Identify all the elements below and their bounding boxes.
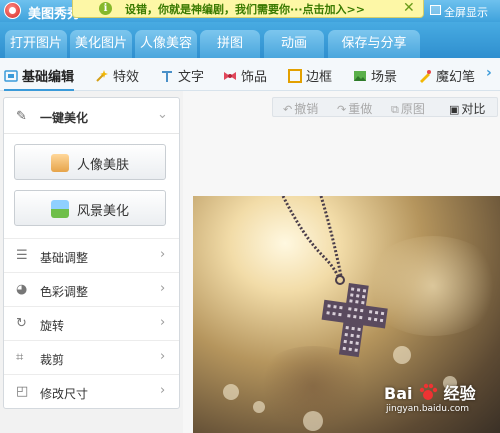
tab-collage[interactable]: 拼图 [200, 30, 260, 58]
left-panel: ✎ 一键美化 ⌄ 人像美肤 风景美化 ☰ 基础调整 › ◕ 色彩调整 › ↻ 旋… [3, 97, 180, 409]
portrait-icon [51, 154, 69, 172]
scene-icon [353, 69, 367, 83]
edit-icon [4, 69, 18, 83]
menu-label: 旋转 [40, 319, 65, 333]
portrait-skin-label: 人像美肤 [77, 158, 130, 173]
more-arrow-icon[interactable]: › [486, 65, 492, 81]
subtab-label: 基础编辑 [22, 70, 75, 85]
sub-toolbar: 基础编辑 特效 文字 饰品 边框 场景 魔幻笔 › [0, 58, 500, 91]
subtab-label: 文字 [178, 70, 205, 85]
banner-text[interactable]: 设错，你就是神编剧，我们需要你···点击加入>> [125, 1, 365, 17]
portrait-skin-button[interactable]: 人像美肤 [14, 144, 166, 180]
subtab-label: 饰品 [241, 70, 268, 85]
palette-icon: ◕ [16, 282, 28, 297]
rotate-icon: ↻ [16, 316, 27, 331]
menu-rotate[interactable]: ↻ 旋转 › [4, 306, 179, 340]
compare-label: 对比 [461, 102, 486, 116]
magic-wand-icon: ✎ [16, 109, 27, 124]
undo-button[interactable]: ↶ 撤销 [283, 100, 318, 117]
accessory-icon [223, 69, 237, 83]
original-label: 原图 [400, 102, 425, 116]
fullscreen-button[interactable]: 全屏显示 [444, 4, 488, 20]
original-button[interactable]: ⧉ 原图 [391, 100, 425, 117]
notification-banner[interactable]: i 设错，你就是神编剧，我们需要你···点击加入>> ✕ [72, 0, 424, 18]
subtab-label: 场景 [371, 70, 398, 85]
watermark-url: jingyan.baidu.com [386, 404, 470, 414]
subtab-basic-edit[interactable]: 基础编辑 [4, 66, 75, 91]
text-icon [160, 69, 174, 83]
menu-color-adjust[interactable]: ◕ 色彩调整 › [4, 272, 179, 306]
subtab-text[interactable]: 文字 [160, 66, 205, 85]
baidu-watermark: Bai 经验 [384, 380, 476, 404]
menu-crop[interactable]: ⌗ 裁剪 › [4, 340, 179, 374]
tab-save-share[interactable]: 保存与分享 [328, 30, 420, 58]
redo-label: 重做 [348, 102, 373, 116]
redo-icon: ↷ [337, 103, 347, 116]
one-key-beautify-header[interactable]: ✎ 一键美化 ⌄ [4, 98, 179, 134]
tab-beautify-image[interactable]: 美化图片 [70, 30, 132, 58]
chevron-right-icon: › [160, 383, 166, 398]
tab-portrait[interactable]: 人像美容 [135, 30, 197, 58]
edit-toolbar: ↶ 撤销 ↷ 重做 ⧉ 原图 ▣ 对比 [272, 97, 498, 117]
landscape-beautify-button[interactable]: 风景美化 [14, 190, 166, 226]
menu-label: 色彩调整 [40, 285, 89, 299]
menu-resize[interactable]: ◰ 修改尺寸 › [4, 374, 179, 408]
one-key-beautify-label: 一键美化 [40, 111, 89, 125]
tab-open-image[interactable]: 打开图片 [5, 30, 67, 58]
menu-label: 裁剪 [40, 353, 65, 367]
landscape-beautify-label: 风景美化 [77, 204, 130, 219]
chevron-right-icon: › [160, 247, 166, 262]
subtab-frame[interactable]: 边框 [288, 66, 333, 85]
compare-icon: ▣ [449, 103, 460, 116]
baidu-paw-icon [418, 382, 438, 402]
redo-button[interactable]: ↷ 重做 [337, 100, 372, 117]
original-icon: ⧉ [391, 103, 399, 116]
undo-label: 撤销 [294, 102, 319, 116]
landscape-icon [51, 200, 69, 218]
subtab-accessory[interactable]: 饰品 [223, 66, 268, 85]
subtab-scene[interactable]: 场景 [353, 66, 398, 85]
magic-pen-icon [418, 69, 432, 83]
subtab-label: 魔幻笔 [436, 70, 476, 85]
fullscreen-icon[interactable] [430, 5, 441, 15]
info-icon: i [99, 2, 112, 15]
tab-animation[interactable]: 动画 [264, 30, 324, 58]
undo-icon: ↶ [283, 103, 293, 116]
chevron-down-icon: ⌄ [157, 107, 168, 122]
sliders-icon: ☰ [16, 248, 28, 263]
subtab-label: 边框 [306, 70, 333, 85]
resize-icon: ◰ [16, 384, 29, 399]
subtab-label: 特效 [113, 70, 140, 85]
menu-basic-adjust[interactable]: ☰ 基础调整 › [4, 238, 179, 272]
main-tab-bar: 打开图片 美化图片 人像美容 拼图 动画 保存与分享 [0, 22, 500, 58]
frame-icon [288, 69, 302, 83]
crop-icon: ⌗ [16, 350, 24, 365]
watermark-brand-left: Bai [384, 384, 413, 403]
subtab-magic-pen[interactable]: 魔幻笔 [418, 66, 476, 85]
subtab-effects[interactable]: 特效 [95, 66, 140, 85]
menu-label: 修改尺寸 [40, 387, 89, 401]
watermark-brand-right: 经验 [443, 384, 476, 403]
compare-button[interactable]: ▣ 对比 [449, 100, 485, 117]
menu-label: 基础调整 [40, 251, 89, 265]
app-logo-icon [4, 2, 21, 19]
close-icon[interactable]: ✕ [403, 0, 415, 16]
chevron-right-icon: › [160, 349, 166, 364]
chevron-right-icon: › [160, 281, 166, 296]
effects-icon [95, 69, 109, 83]
chevron-right-icon: › [160, 315, 166, 330]
